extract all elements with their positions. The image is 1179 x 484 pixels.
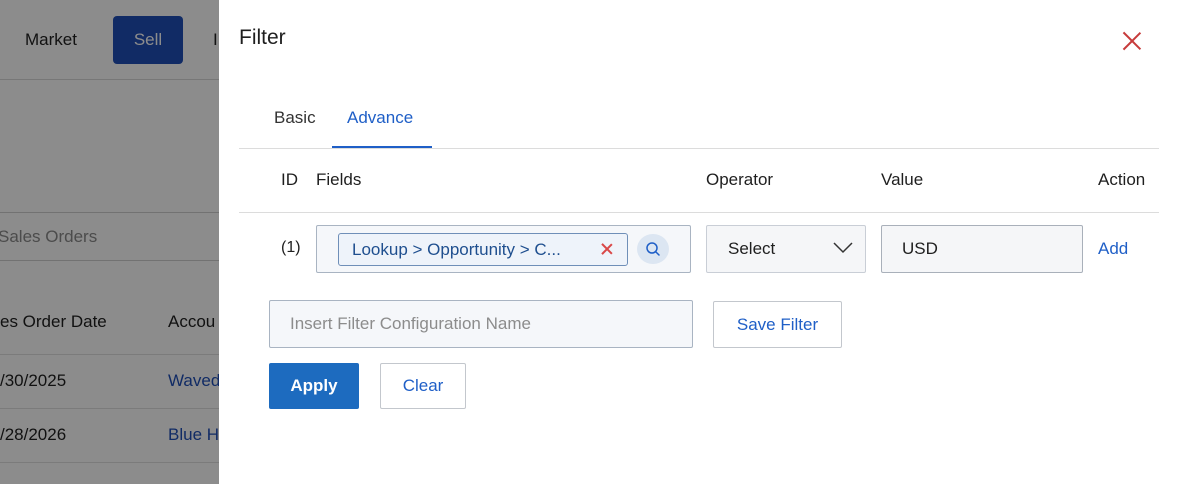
header-fields: Fields: [316, 170, 362, 189]
close-icon[interactable]: [1119, 28, 1145, 54]
active-tab-indicator: [332, 146, 432, 148]
field-chip: Lookup > Opportunity > C...: [338, 233, 628, 266]
tab-basic[interactable]: Basic: [274, 108, 316, 128]
filter-config-name-input[interactable]: [269, 300, 693, 348]
add-condition-link[interactable]: Add: [1098, 239, 1128, 259]
filter-dialog: Filter Basic Advance ID Fields Operator …: [219, 0, 1179, 484]
header-value: Value: [881, 170, 924, 189]
remove-field-icon[interactable]: [600, 242, 614, 256]
header-operator: Operator: [706, 170, 774, 189]
field-chip-label: Lookup > Opportunity > C...: [352, 240, 561, 259]
dialog-title: Filter: [239, 26, 286, 49]
save-filter-button[interactable]: Save Filter: [713, 301, 842, 348]
header-divider: [239, 212, 1159, 213]
clear-button[interactable]: Clear: [380, 363, 466, 409]
header-action: Action: [1098, 170, 1146, 189]
operator-selected: Select: [728, 239, 776, 258]
value-input[interactable]: [881, 225, 1083, 273]
operator-select[interactable]: Select: [706, 225, 866, 273]
header-id: ID: [281, 170, 298, 189]
field-search-button[interactable]: [637, 234, 669, 264]
row-id: (1): [281, 239, 301, 256]
chevron-down-icon: [833, 242, 853, 254]
filter-tabs: Basic Advance: [239, 96, 1159, 149]
apply-button[interactable]: Apply: [269, 363, 359, 409]
tab-advance[interactable]: Advance: [347, 108, 413, 128]
fields-selector[interactable]: Lookup > Opportunity > C...: [316, 225, 691, 273]
search-icon: [646, 242, 660, 256]
